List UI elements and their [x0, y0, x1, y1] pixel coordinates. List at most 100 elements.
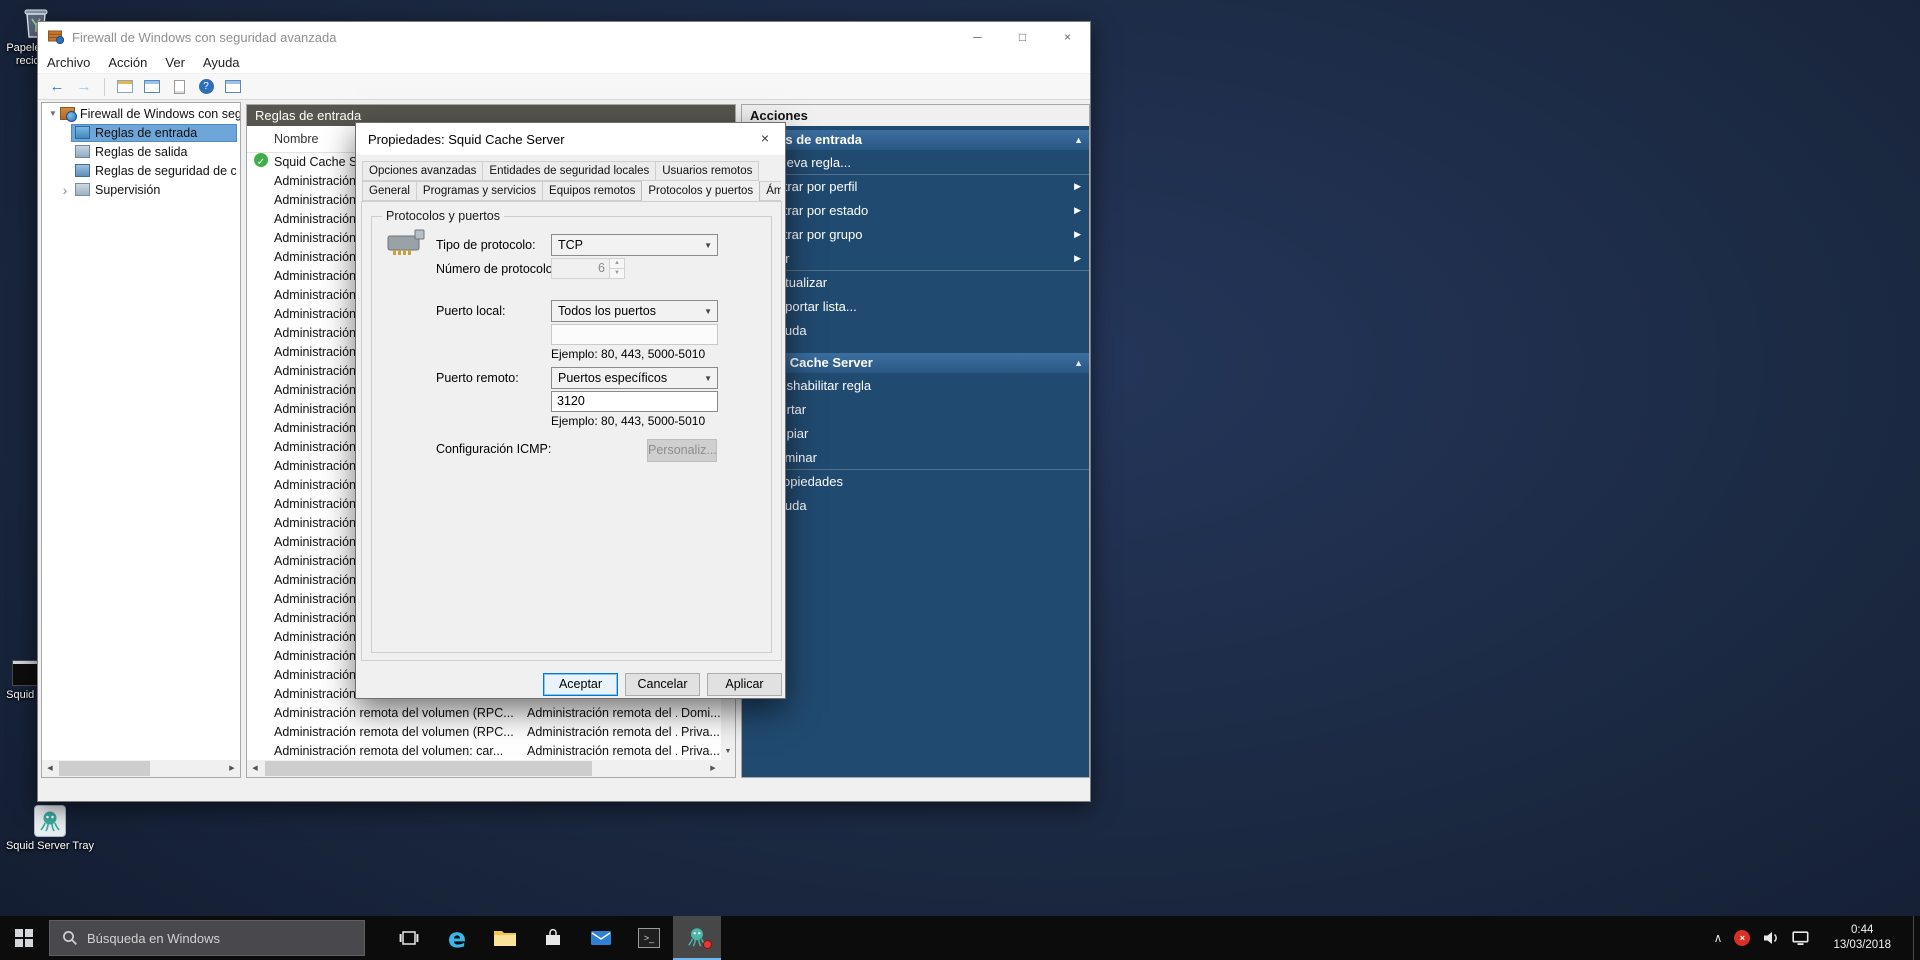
- action-filtrar-por-estado[interactable]: Filtrar por estado▶: [742, 198, 1089, 222]
- tree-item-reglas-de-seguridad-de-conexión[interactable]: Reglas de seguridad de conexión: [42, 161, 240, 180]
- menu-item-archivo[interactable]: Archivo: [38, 53, 99, 72]
- menu-item-ayuda[interactable]: Ayuda: [194, 53, 249, 72]
- protocol-type-select[interactable]: TCP ▼: [551, 234, 718, 256]
- icmp-settings-label: Configuración ICMP:: [436, 442, 551, 456]
- tree-hscroll-thumb[interactable]: [59, 761, 150, 776]
- tab-protocolos-y-puertos[interactable]: Protocolos y puertos: [641, 181, 760, 201]
- protocols-groupbox: Protocolos y puertos: [371, 216, 772, 653]
- action-cortar[interactable]: Cortar: [742, 397, 1089, 421]
- command-prompt-taskbar-button[interactable]: >_: [625, 916, 673, 960]
- tree-item-supervisión[interactable]: ›Supervisión: [42, 180, 240, 199]
- local-port-input[interactable]: [551, 324, 718, 345]
- spinner-down-icon[interactable]: ▼: [610, 268, 624, 278]
- action-ayuda[interactable]: Ayuda: [742, 318, 1089, 342]
- list-hscroll-thumb[interactable]: [265, 761, 592, 776]
- tree-collapse-icon[interactable]: ▼: [46, 109, 60, 118]
- mail-taskbar-button[interactable]: [577, 916, 625, 960]
- collapse-arrow-icon[interactable]: ▲: [1074, 353, 1083, 373]
- squid-tray-taskbar-button[interactable]: [673, 916, 721, 960]
- taskbar: Búsqueda en Windows e: [0, 916, 1920, 960]
- local-port-select[interactable]: Todos los puertos ▼: [551, 300, 718, 322]
- volume-icon[interactable]: [1762, 930, 1780, 946]
- accept-button[interactable]: Aceptar: [543, 673, 618, 696]
- taskbar-search-input[interactable]: Búsqueda en Windows: [49, 920, 365, 956]
- tab-equipos-remotos[interactable]: Equipos remotos: [542, 181, 642, 201]
- tree-expand-icon[interactable]: ›: [58, 186, 72, 194]
- actions-section-header-squid-cache-server[interactable]: Squid Cache Server▲: [742, 353, 1089, 373]
- action-eliminar[interactable]: Eliminar: [742, 445, 1089, 469]
- task-view-button[interactable]: [385, 916, 433, 960]
- start-button[interactable]: [0, 916, 48, 960]
- tab-entidades-de-seguridad-locales[interactable]: Entidades de seguridad locales: [482, 161, 656, 181]
- back-button[interactable]: ←: [46, 76, 68, 98]
- tree-item-reglas-de-entrada[interactable]: Reglas de entrada: [42, 123, 240, 142]
- taskbar-clock[interactable]: 0:44 13/03/2018: [1833, 923, 1891, 953]
- actions-section-header-reglas-de-entrada[interactable]: Reglas de entrada▲: [742, 130, 1089, 150]
- list-horizontal-scrollbar[interactable]: ◀ ▶: [247, 760, 721, 777]
- file-explorer-taskbar-button[interactable]: [481, 916, 529, 960]
- scroll-down-icon[interactable]: ▼: [721, 744, 735, 760]
- tray-chevron-icon[interactable]: ∧: [1714, 931, 1723, 945]
- edge-icon: e: [448, 925, 466, 952]
- action-nueva-regla[interactable]: Nueva regla...: [742, 150, 1089, 174]
- list-hscroll-track[interactable]: [263, 760, 705, 777]
- scroll-left-icon[interactable]: ◀: [247, 760, 263, 777]
- export-list-button[interactable]: [141, 76, 163, 98]
- action-filtrar-por-grupo[interactable]: Filtrar por grupo▶: [742, 222, 1089, 246]
- list-row[interactable]: Administración remota del volumen: car..…: [247, 742, 721, 760]
- network-icon[interactable]: [1792, 931, 1811, 946]
- action-ayuda[interactable]: Ayuda: [742, 493, 1089, 517]
- menu-item-acción[interactable]: Acción: [99, 53, 156, 72]
- firewall-app-icon: [48, 30, 64, 44]
- tab-usuarios-remotos[interactable]: Usuarios remotos: [655, 161, 759, 181]
- edge-taskbar-button[interactable]: e: [433, 916, 481, 960]
- forward-button[interactable]: →: [73, 76, 95, 98]
- help-button[interactable]: ?: [195, 76, 217, 98]
- dialog-titlebar[interactable]: Propiedades: Squid Cache Server ×: [356, 123, 785, 155]
- scroll-right-icon[interactable]: ▶: [705, 760, 721, 777]
- icmp-customize-button[interactable]: Personaliz...: [647, 439, 717, 462]
- minimize-button[interactable]: ─: [955, 22, 1000, 52]
- action-exportar-lista[interactable]: Exportar lista...: [742, 294, 1089, 318]
- tree-item-reglas-de-salida[interactable]: Reglas de salida: [42, 142, 240, 161]
- view-button[interactable]: [222, 76, 244, 98]
- squid-terminal-image: [12, 660, 39, 686]
- apply-button[interactable]: Aplicar: [707, 673, 782, 696]
- list-row[interactable]: Administración remota del volumen (RPC..…: [247, 704, 721, 723]
- cancel-button[interactable]: Cancelar: [625, 673, 700, 696]
- store-taskbar-button[interactable]: [529, 916, 577, 960]
- remote-port-select[interactable]: Puertos específicos ▼: [551, 367, 718, 389]
- tab-programas-y-servicios[interactable]: Programas y servicios: [416, 181, 543, 201]
- maximize-button[interactable]: □: [1000, 22, 1045, 52]
- dialog-close-button[interactable]: ×: [751, 128, 779, 148]
- scroll-left-icon[interactable]: ◀: [42, 760, 58, 777]
- show-desktop-button[interactable]: [1913, 916, 1920, 960]
- action-ver[interactable]: Ver▶: [742, 246, 1089, 270]
- collapse-arrow-icon[interactable]: ▲: [1074, 130, 1083, 150]
- window-titlebar[interactable]: Firewall de Windows con seguridad avanza…: [38, 22, 1090, 52]
- tab-ámbito[interactable]: Ámbito: [759, 181, 781, 201]
- squid-status-tray-icon[interactable]: ×: [1734, 930, 1750, 946]
- tab-general[interactable]: General: [362, 181, 417, 201]
- list-row[interactable]: Administración remota del volumen (RPC..…: [247, 723, 721, 742]
- action-propiedades[interactable]: Propiedades: [742, 469, 1089, 493]
- tab-opciones-avanzadas[interactable]: Opciones avanzadas: [362, 161, 483, 181]
- tree-root-item[interactable]: ▼Firewall de Windows con seguridad avanz…: [42, 104, 240, 123]
- show-console-tree-button[interactable]: [114, 76, 136, 98]
- scroll-right-icon[interactable]: ▶: [224, 760, 240, 777]
- protocol-number-spinner[interactable]: 6 ▲ ▼: [551, 258, 625, 279]
- action-actualizar[interactable]: Actualizar: [742, 270, 1089, 294]
- action-copiar[interactable]: Copiar: [742, 421, 1089, 445]
- supervisión-icon: [75, 183, 90, 196]
- tree-horizontal-scrollbar[interactable]: ◀ ▶: [42, 760, 240, 777]
- squid-server-tray-icon[interactable]: Squid Server Tray: [0, 805, 100, 853]
- properties-button[interactable]: [168, 76, 190, 98]
- action-deshabilitar-regla[interactable]: Deshabilitar regla: [742, 373, 1089, 397]
- remote-port-input[interactable]: 3120: [551, 391, 718, 412]
- close-button[interactable]: ×: [1045, 22, 1090, 52]
- action-filtrar-por-perfil[interactable]: Filtrar por perfil▶: [742, 174, 1089, 198]
- column-header-label: Nombre: [274, 132, 318, 146]
- spinner-up-icon[interactable]: ▲: [610, 259, 624, 268]
- tree-hscroll-track[interactable]: [58, 760, 224, 777]
- menu-item-ver[interactable]: Ver: [156, 53, 194, 72]
